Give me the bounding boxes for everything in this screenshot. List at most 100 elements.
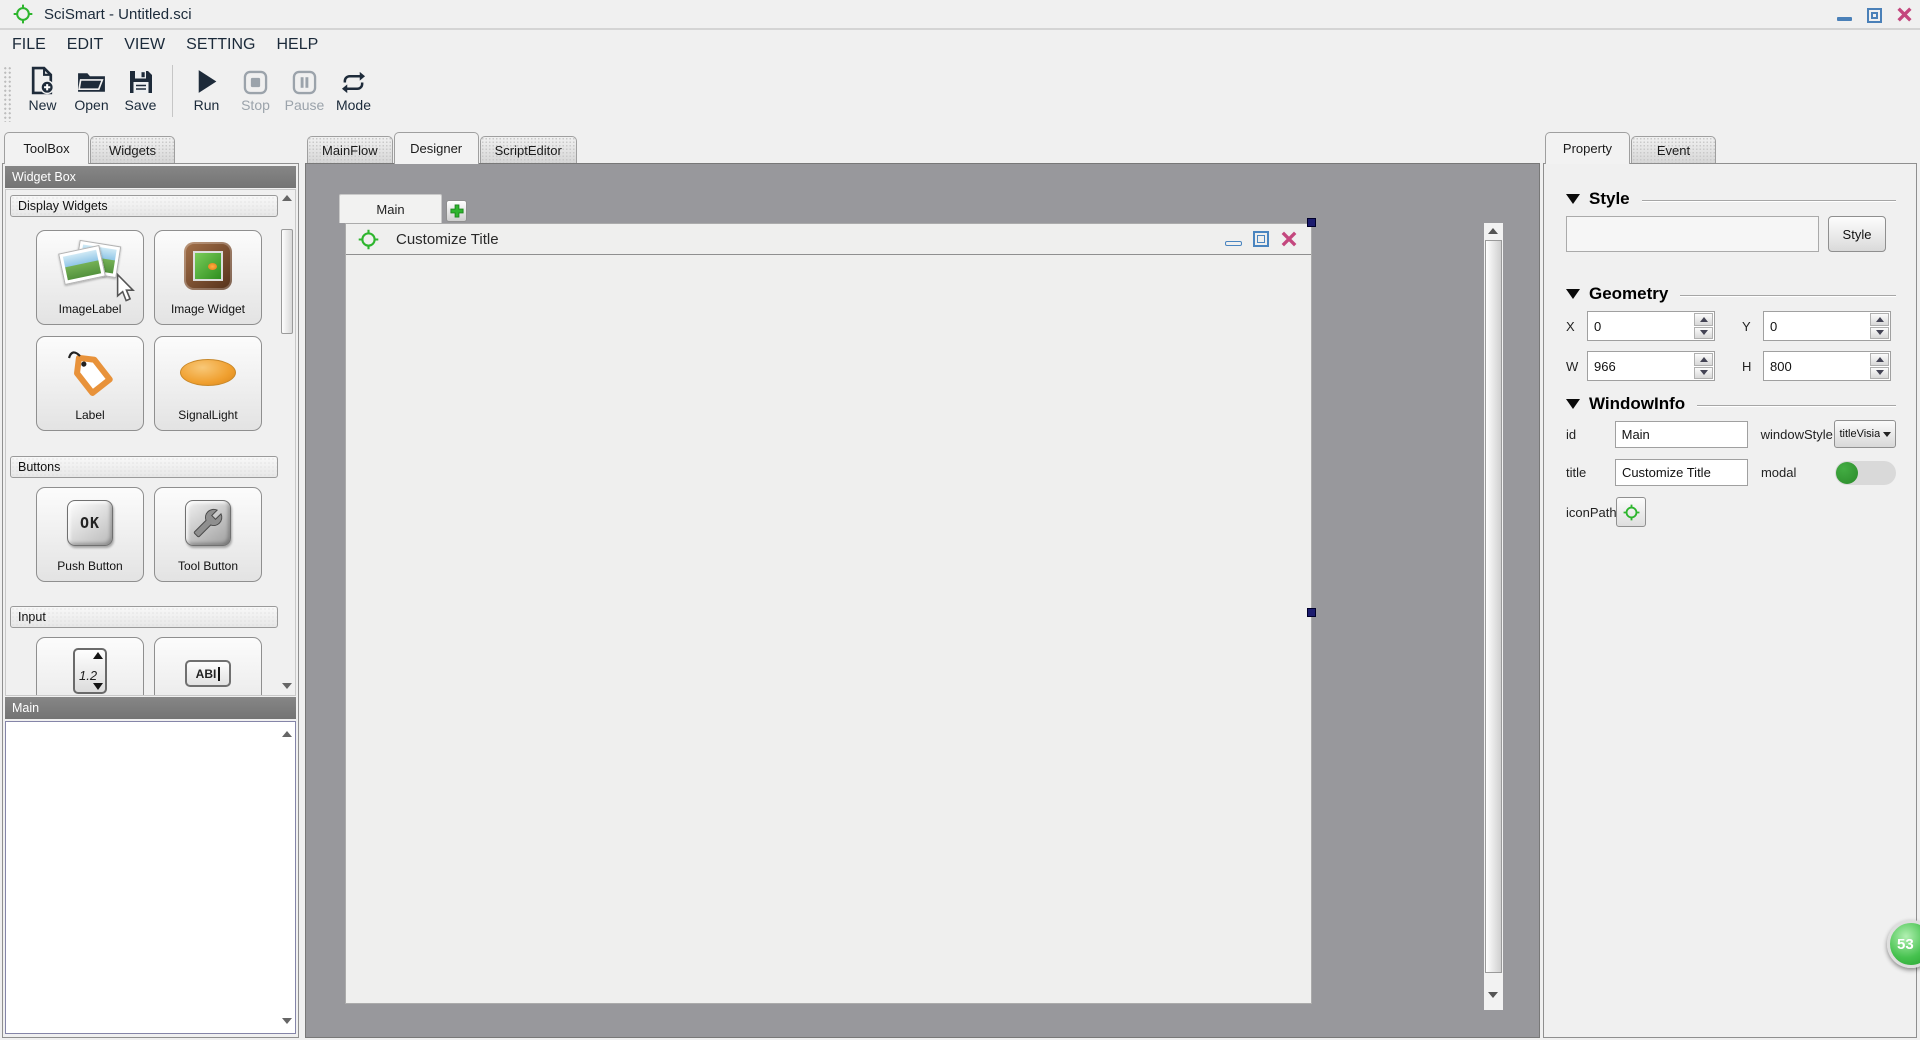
widget-signallight[interactable]: SignalLight [154, 336, 262, 431]
tab-designer[interactable]: Designer [394, 132, 479, 164]
minimize-button[interactable] [1834, 3, 1854, 25]
y-spin-up-button[interactable] [1870, 313, 1889, 326]
iconpath-button[interactable] [1616, 497, 1646, 527]
new-file-icon [29, 61, 56, 97]
geometry-section-title: Geometry [1589, 284, 1668, 304]
scrollbar-up-arrow[interactable] [1488, 228, 1498, 234]
collapse-triangle-icon [1566, 194, 1580, 204]
title-input[interactable] [1615, 459, 1748, 486]
design-window-minimize-button[interactable] [1225, 233, 1242, 246]
w-spin-down-button[interactable] [1694, 367, 1713, 380]
toolbox-panel: Widget Box Display Widgets ImageLabel [2, 163, 299, 1038]
widget-imagelabel[interactable]: ImageLabel [36, 230, 144, 325]
selection-handle-right-middle[interactable] [1307, 608, 1316, 617]
style-section-title: Style [1589, 189, 1630, 209]
menubar: FILE EDIT VIEW SETTING HELP [0, 30, 1920, 60]
scrollbar-up-arrow[interactable] [282, 195, 292, 201]
h-spin-down-button[interactable] [1870, 367, 1889, 380]
tab-event[interactable]: Event [1631, 136, 1716, 163]
mode-button[interactable]: Mode [330, 61, 377, 113]
section-input[interactable]: Input [10, 606, 278, 628]
widget-label-label: Label [37, 408, 143, 422]
h-spin-up-button[interactable] [1870, 353, 1889, 366]
design-window-close-button[interactable] [1280, 230, 1298, 248]
pause-button[interactable]: Pause [281, 61, 328, 113]
menu-help[interactable]: HELP [276, 36, 318, 54]
widget-signallight-label: SignalLight [155, 408, 261, 422]
widget-text-input[interactable]: ABI [154, 637, 262, 696]
section-buttons[interactable]: Buttons [10, 456, 278, 478]
menu-setting[interactable]: SETTING [186, 36, 255, 54]
modal-toggle[interactable] [1835, 461, 1896, 485]
x-input[interactable] [1588, 312, 1693, 340]
windowinfo-section-header[interactable]: WindowInfo [1566, 393, 1896, 415]
window-title: SciSmart - Untitled.sci [44, 6, 192, 23]
scrollbar-thumb[interactable] [1485, 240, 1502, 973]
add-page-button[interactable] [446, 200, 467, 222]
menu-edit[interactable]: EDIT [67, 36, 103, 54]
x-spin-up-button[interactable] [1694, 313, 1713, 326]
widget-label[interactable]: Label [36, 336, 144, 431]
y-spin-down-button[interactable] [1870, 327, 1889, 340]
tab-widgets[interactable]: Widgets [90, 136, 175, 163]
toolbar-drag-handle[interactable] [3, 66, 12, 122]
save-button[interactable]: Save [117, 61, 164, 113]
modal-label: modal [1761, 465, 1835, 480]
titlebar: SciSmart - Untitled.sci [0, 0, 1920, 28]
close-button[interactable] [1894, 3, 1914, 25]
tab-mainflow[interactable]: MainFlow [307, 136, 393, 163]
stop-button[interactable]: Stop [232, 61, 279, 113]
w-spin-up-button[interactable] [1694, 353, 1713, 366]
scrollbar-down-arrow[interactable] [282, 1018, 292, 1024]
new-button[interactable]: New [19, 61, 66, 113]
mouse-cursor-icon [116, 273, 135, 308]
scrollbar-down-arrow[interactable] [282, 683, 292, 689]
widget-push-button[interactable]: OK Push Button [36, 487, 144, 582]
tab-scripteditor[interactable]: ScriptEditor [480, 136, 577, 163]
section-display-widgets[interactable]: Display Widgets [10, 195, 278, 217]
geometry-section-header[interactable]: Geometry [1566, 283, 1896, 305]
menu-view[interactable]: VIEW [124, 36, 165, 54]
widget-spin-box[interactable]: 1.2 [36, 637, 144, 696]
design-canvas[interactable]: Main Customize Title [305, 163, 1540, 1038]
style-button[interactable]: Style [1828, 216, 1886, 252]
widget-image-widget-label: Image Widget [155, 302, 261, 316]
widget-box-scrollbar[interactable] [281, 192, 293, 693]
center-panel: MainFlow Designer ScriptEditor Main Cust… [305, 130, 1540, 1038]
selection-handle-top-right[interactable] [1307, 218, 1316, 227]
y-input[interactable] [1764, 312, 1869, 340]
widget-box-header: Widget Box [5, 166, 296, 188]
w-input[interactable] [1588, 352, 1693, 380]
chevron-down-icon [1883, 432, 1891, 437]
id-input[interactable] [1615, 421, 1748, 448]
design-window-titlebar[interactable]: Customize Title [346, 224, 1311, 255]
h-input[interactable] [1764, 352, 1869, 380]
design-window-maximize-button[interactable] [1253, 231, 1269, 247]
menu-file[interactable]: FILE [12, 36, 46, 54]
canvas-scrollbar[interactable] [1484, 223, 1503, 1010]
plus-icon [449, 203, 465, 219]
run-icon [195, 61, 218, 97]
widget-tool-button[interactable]: Tool Button [154, 487, 262, 582]
open-button[interactable]: Open [68, 61, 115, 113]
maximize-button[interactable] [1864, 3, 1884, 25]
property-panel: Style Style Geometry X [1543, 163, 1917, 1038]
x-spin-down-button[interactable] [1694, 327, 1713, 340]
scrollbar-down-arrow[interactable] [1488, 992, 1498, 998]
scrollbar-up-arrow[interactable] [282, 731, 292, 737]
style-input[interactable] [1566, 216, 1819, 252]
windowstyle-dropdown[interactable]: titleVisia [1834, 420, 1896, 448]
page-tab-main[interactable]: Main [339, 194, 442, 223]
widget-image-widget[interactable]: Image Widget [154, 230, 262, 325]
tab-property[interactable]: Property [1545, 132, 1630, 164]
run-button[interactable]: Run [183, 61, 230, 113]
design-window[interactable]: Customize Title [345, 223, 1312, 1004]
maximize-icon [1867, 8, 1882, 23]
image-label-icon [61, 236, 119, 296]
mode-cycle-icon [340, 61, 367, 97]
scrollbar-thumb[interactable] [281, 229, 293, 334]
outline-list[interactable] [5, 721, 296, 1034]
style-section-header[interactable]: Style [1566, 188, 1896, 210]
tab-toolbox[interactable]: ToolBox [4, 132, 89, 164]
app-window: SciSmart - Untitled.sci FILE EDIT VIEW S… [0, 0, 1920, 1040]
